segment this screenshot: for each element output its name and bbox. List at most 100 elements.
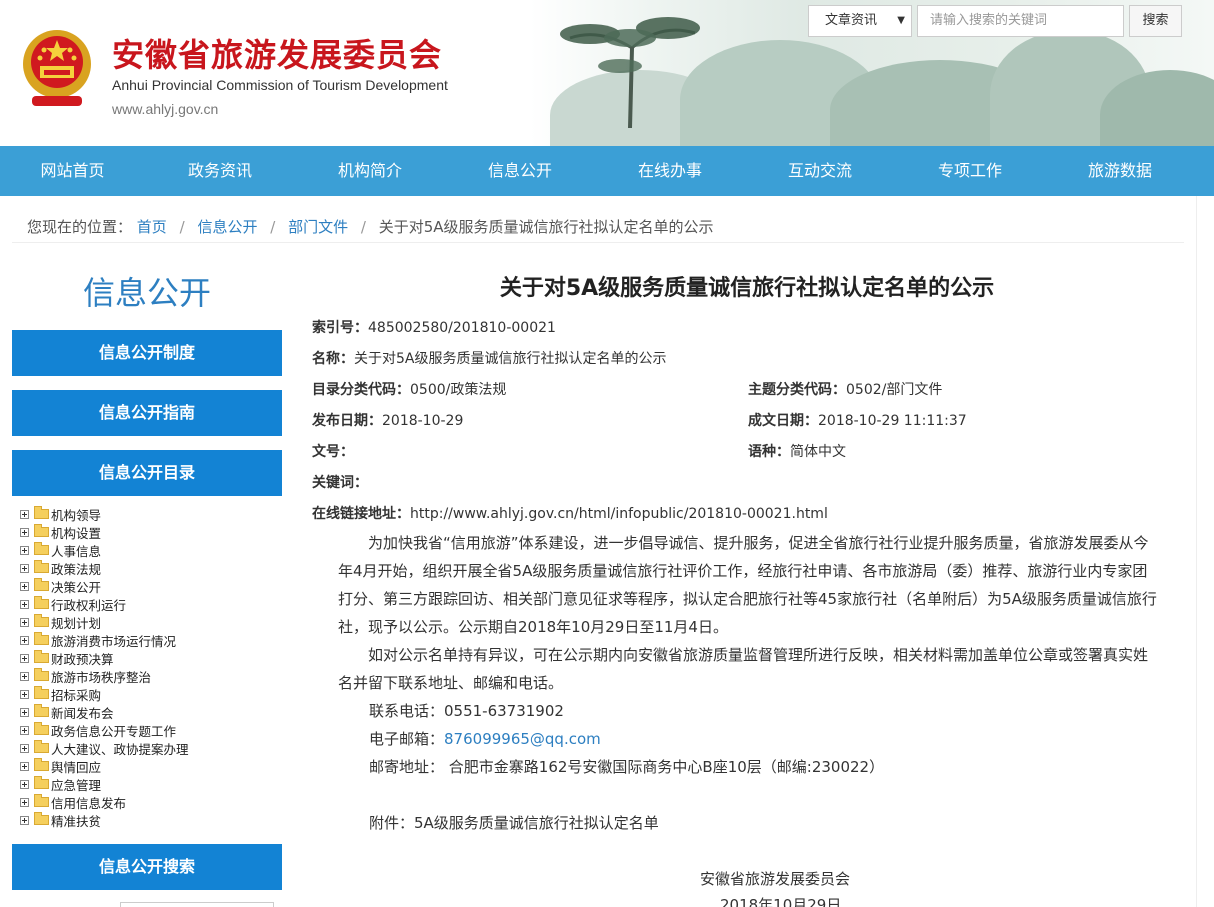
- tree-item-label: 招标采购: [51, 687, 102, 703]
- sidebar-button-catalog[interactable]: 信息公开目录: [12, 450, 282, 496]
- expand-icon[interactable]: [20, 563, 29, 573]
- expand-icon[interactable]: [20, 743, 29, 753]
- attachment-link[interactable]: 附件：5A级服务质量诚信旅行社拟认定名单: [369, 812, 659, 833]
- tree-item-label: 人大建议、政协提案办理: [51, 741, 189, 757]
- article-paragraph: 为加快我省“信用旅游”体系建设，进一步倡导诚信、提升服务，促进全省旅行社行业提升…: [338, 534, 1157, 636]
- tree-item-label: 财政预决算: [51, 651, 114, 667]
- meta-label: 目录分类代码：: [312, 382, 410, 398]
- folder-icon: [34, 668, 49, 681]
- meta-index: 索引号：485002580/201810-00021: [312, 317, 556, 337]
- tree-item-label: 新闻发布会: [51, 705, 114, 721]
- nav-item-interaction[interactable]: 互动交流: [745, 146, 895, 196]
- meta-label: 主题分类代码：: [748, 382, 846, 398]
- meta-link: 在线链接地址：http://www.ahlyj.gov.cn/html/info…: [312, 503, 828, 523]
- search-scope-select[interactable]: 文章资讯 ▼: [808, 5, 912, 37]
- article-body: 为加快我省“信用旅游”体系建设，进一步倡导诚信、提升服务，促进全省旅行社行业提升…: [338, 529, 1162, 697]
- contact-email-label: 电子邮箱：: [369, 730, 445, 748]
- tree-item[interactable]: 规划计划: [20, 613, 282, 631]
- nav-item-news[interactable]: 政务资讯: [145, 146, 295, 196]
- expand-icon[interactable]: [20, 581, 29, 591]
- folder-icon: [34, 506, 49, 519]
- expand-icon[interactable]: [20, 635, 29, 645]
- tree-item[interactable]: 新闻发布会: [20, 703, 282, 721]
- expand-icon[interactable]: [20, 617, 29, 627]
- catalog-tree: 机构领导 机构设置 人事信息 政策法规 决策公开 行政权利运行 规划计划 旅游消…: [20, 505, 282, 829]
- expand-icon[interactable]: [20, 761, 29, 771]
- folder-icon: [34, 542, 49, 555]
- breadcrumb-department-docs[interactable]: 部门文件: [288, 218, 348, 236]
- sidebar-search-input[interactable]: [120, 902, 274, 907]
- tree-item-label: 应急管理: [51, 777, 102, 793]
- tree-item-label: 决策公开: [51, 579, 102, 595]
- tree-item[interactable]: 政策法规: [20, 559, 282, 577]
- tree-item[interactable]: 人事信息: [20, 541, 282, 559]
- expand-icon[interactable]: [20, 797, 29, 807]
- expand-icon[interactable]: [20, 599, 29, 609]
- folder-icon: [34, 758, 49, 771]
- tree-item[interactable]: 应急管理: [20, 775, 282, 793]
- search-input[interactable]: 请输入搜索的关键词: [917, 5, 1124, 37]
- nav-item-special-work[interactable]: 专项工作: [895, 146, 1045, 196]
- contact-phone: 联系电话：0551-63731902: [369, 702, 564, 720]
- meta-theme: 主题分类代码：0502/部门文件: [748, 379, 942, 399]
- tree-item[interactable]: 机构领导: [20, 505, 282, 523]
- expand-icon[interactable]: [20, 725, 29, 735]
- expand-icon[interactable]: [20, 779, 29, 789]
- meta-value: 关于对5A级服务质量诚信旅行社拟认定名单的公示: [354, 351, 667, 367]
- meta-link-value[interactable]: http://www.ahlyj.gov.cn/html/infopublic/…: [410, 506, 828, 522]
- breadcrumb-prefix: 您现在的位置：: [27, 218, 133, 236]
- tree-item[interactable]: 财政预决算: [20, 649, 282, 667]
- meta-value: 2018-10-29: [382, 413, 464, 429]
- tree-item[interactable]: 旅游市场秩序整治: [20, 667, 282, 685]
- sidebar-button-guide[interactable]: 信息公开指南: [12, 390, 282, 436]
- breadcrumb-separator: /: [179, 218, 185, 236]
- tree-item-label: 舆情回应: [51, 759, 102, 775]
- tree-item[interactable]: 机构设置: [20, 523, 282, 541]
- tree-item-label: 信用信息发布: [51, 795, 127, 811]
- tree-item[interactable]: 信用信息发布: [20, 793, 282, 811]
- meta-label: 语种：: [748, 444, 790, 460]
- tree-item[interactable]: 政务信息公开专题工作: [20, 721, 282, 739]
- folder-icon: [34, 524, 49, 537]
- nav-item-disclosure[interactable]: 信息公开: [445, 146, 595, 196]
- email-link[interactable]: 876099965@qq.com: [444, 730, 601, 748]
- breadcrumb-separator: /: [360, 218, 366, 236]
- search-button[interactable]: 搜索: [1129, 5, 1182, 37]
- tree-item[interactable]: 行政权利运行: [20, 595, 282, 613]
- meta-value: 485002580/201810-00021: [368, 320, 556, 336]
- expand-icon[interactable]: [20, 815, 29, 825]
- breadcrumb-home[interactable]: 首页: [137, 218, 167, 236]
- nav-item-home[interactable]: 网站首页: [0, 146, 145, 196]
- tree-item[interactable]: 人大建议、政协提案办理: [20, 739, 282, 757]
- tree-item-label: 精准扶贫: [51, 813, 102, 829]
- contact-email: 电子邮箱：876099965@qq.com: [369, 728, 601, 749]
- breadcrumb-disclosure[interactable]: 信息公开: [197, 218, 257, 236]
- meta-docno: 文号：: [312, 441, 354, 461]
- meta-createdate: 成文日期：2018-10-29 11:11:37: [748, 410, 967, 430]
- folder-icon: [34, 578, 49, 591]
- tree-item[interactable]: 精准扶贫: [20, 811, 282, 829]
- tree-item-label: 机构领导: [51, 507, 102, 523]
- tree-item-label: 行政权利运行: [51, 597, 127, 613]
- signoff-date: 2018年10月29日: [720, 896, 842, 907]
- tree-item-label: 人事信息: [51, 543, 102, 559]
- expand-icon[interactable]: [20, 671, 29, 681]
- expand-icon[interactable]: [20, 653, 29, 663]
- tree-item[interactable]: 决策公开: [20, 577, 282, 595]
- meta-value: 0500/政策法规: [410, 382, 507, 398]
- expand-icon[interactable]: [20, 707, 29, 717]
- meta-catalog: 目录分类代码：0500/政策法规: [312, 379, 506, 399]
- sidebar-button-search[interactable]: 信息公开搜索: [12, 844, 282, 890]
- sidebar-button-policy[interactable]: 信息公开制度: [12, 330, 282, 376]
- expand-icon[interactable]: [20, 527, 29, 537]
- tree-item[interactable]: 舆情回应: [20, 757, 282, 775]
- signoff-org: 安徽省旅游发展委员会: [700, 870, 851, 888]
- tree-item[interactable]: 招标采购: [20, 685, 282, 703]
- tree-item[interactable]: 旅游消费市场运行情况: [20, 631, 282, 649]
- expand-icon[interactable]: [20, 545, 29, 555]
- expand-icon[interactable]: [20, 689, 29, 699]
- nav-item-tourism-data[interactable]: 旅游数据: [1045, 146, 1195, 196]
- expand-icon[interactable]: [20, 509, 29, 519]
- nav-item-about[interactable]: 机构简介: [295, 146, 445, 196]
- nav-item-online-services[interactable]: 在线办事: [595, 146, 745, 196]
